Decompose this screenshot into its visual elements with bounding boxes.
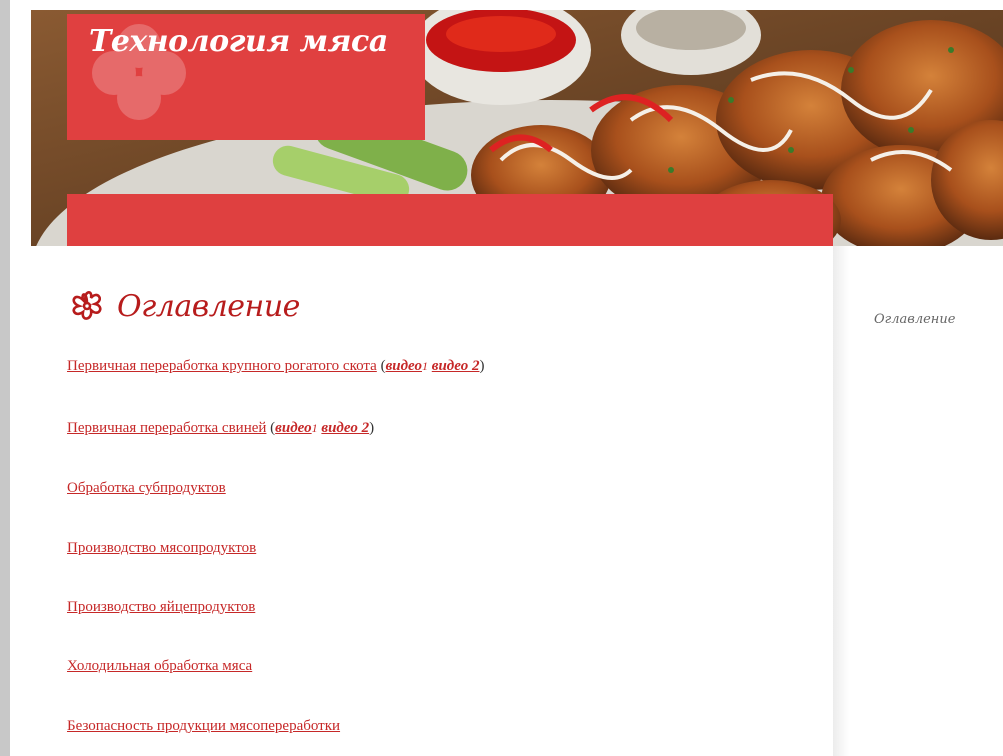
toc-item: Первичная переработка крупного рогатого … — [67, 358, 484, 375]
toc-item: Производство мясопродуктов — [67, 540, 256, 557]
header-red-band — [67, 194, 833, 246]
toc-link-pigs[interactable]: Первичная переработка свиней — [67, 420, 266, 436]
top-strip — [10, 0, 1003, 10]
paren-close: ) — [479, 358, 485, 374]
toc-link-cold-processing[interactable]: Холодильная обработка мяса — [67, 658, 252, 674]
toc-item: Производство яйцепродуктов — [67, 599, 255, 616]
main-content: Оглавление Первичная переработка крупног… — [31, 246, 833, 756]
video-1-number: 1 — [311, 421, 318, 435]
toc-item: Первичная переработка свиней (видео1 вид… — [67, 420, 374, 437]
toc-heading: Оглавление — [67, 286, 300, 326]
flower-icon — [72, 291, 102, 320]
toc-item: Холодильная обработка мяса — [67, 658, 252, 675]
video-1-number: 1 — [422, 359, 429, 373]
video-2-link[interactable]: видео 2 — [321, 420, 369, 436]
toc-link-offal[interactable]: Обработка субпродуктов — [67, 480, 226, 496]
paren-close: ) — [369, 420, 375, 436]
toc-item: Безопасность продукции мясопереработки — [67, 718, 340, 735]
toc-title: Оглавление — [117, 288, 300, 324]
video-1-link[interactable]: видео — [386, 358, 422, 374]
window-left-edge — [0, 0, 10, 756]
toc-link-safety[interactable]: Безопасность продукции мясопереработки — [67, 718, 340, 734]
toc-link-cattle[interactable]: Первичная переработка крупного рогатого … — [67, 358, 377, 374]
video-1-link[interactable]: видео — [275, 420, 311, 436]
toc-link-egg-products[interactable]: Производство яйцепродуктов — [67, 599, 255, 615]
toc-item: Обработка субпродуктов — [67, 480, 226, 497]
site-title-box: Технология мяса — [67, 14, 425, 140]
toc-link-meat-products[interactable]: Производство мясопродуктов — [67, 540, 256, 556]
sidebar-toc-link[interactable]: Оглавление — [874, 312, 955, 327]
content-shadow — [833, 246, 849, 756]
site-title[interactable]: Технология мяса — [89, 24, 388, 59]
video-2-link[interactable]: видео 2 — [432, 358, 480, 374]
